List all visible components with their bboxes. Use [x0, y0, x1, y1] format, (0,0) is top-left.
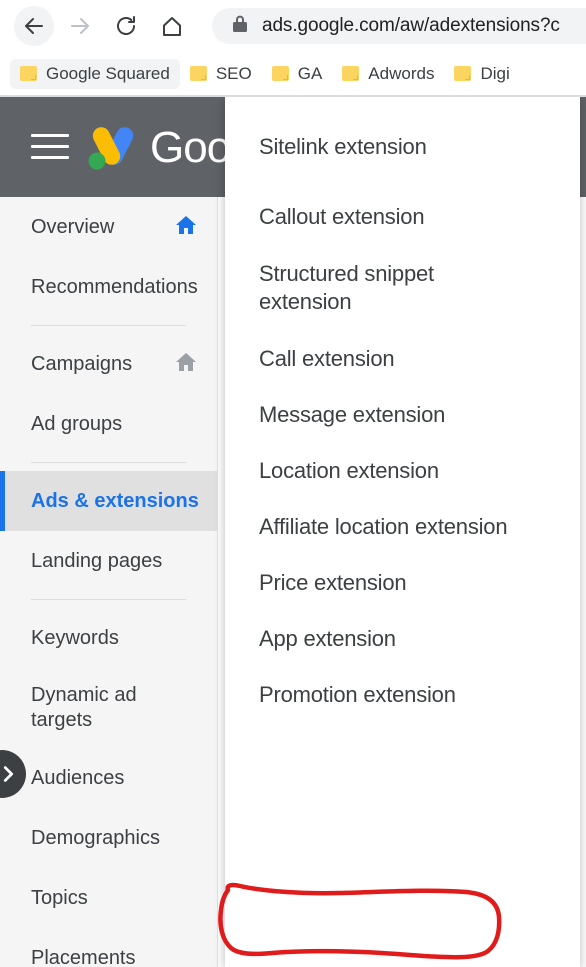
- folder-icon: [271, 66, 289, 81]
- address-bar[interactable]: ads.google.com/aw/adextensions?c: [212, 8, 586, 44]
- back-arrow-icon: [25, 18, 43, 34]
- forward-arrow-icon: [71, 18, 89, 34]
- menu-item-label: Sitelink extension: [259, 133, 427, 159]
- browser-chrome: ads.google.com/aw/adextensions?c Google …: [0, 0, 586, 97]
- sidebar-item-demographics[interactable]: Demographics: [0, 808, 217, 868]
- folder-icon: [342, 66, 360, 81]
- menu-item-label: Price extension: [259, 569, 407, 595]
- page-viewport: Goo Overview Recommendations Campaigns A…: [0, 97, 586, 967]
- chevron-right-icon: [3, 766, 14, 782]
- menu-item-label: Callout extension: [259, 203, 425, 229]
- bookmark-label: Adwords: [368, 63, 435, 83]
- sidebar-item-label: Recommendations: [31, 275, 198, 298]
- bookmark-label: GA: [297, 63, 323, 83]
- sidebar-item-campaigns[interactable]: Campaigns: [0, 334, 217, 394]
- bookmark-label: Google Squared: [46, 63, 170, 83]
- chrome-divider: [0, 95, 586, 97]
- folder-icon: [189, 66, 207, 81]
- menu-item-label: App extension: [259, 625, 396, 651]
- google-ads-logo-icon: [85, 124, 141, 172]
- home-icon: [163, 17, 181, 36]
- forward-button[interactable]: [60, 6, 100, 46]
- sidebar-divider: [31, 599, 186, 600]
- sidebar-item-ads-and-extensions[interactable]: Ads & extensions: [0, 471, 217, 531]
- sidebar-item-placements[interactable]: Placements: [0, 928, 217, 967]
- home-button[interactable]: [152, 6, 192, 46]
- sidebar-item-label: Keywords: [31, 626, 119, 649]
- sidebar-item-landing-pages[interactable]: Landing pages: [0, 531, 217, 591]
- menu-item-app-extension[interactable]: App extension: [225, 611, 580, 667]
- back-button[interactable]: [14, 6, 54, 46]
- folder-icon: [454, 66, 472, 81]
- sidebar-item-label: Placements: [31, 946, 136, 967]
- menu-item-message-extension[interactable]: Message extension: [225, 387, 580, 443]
- menu-item-call-extension[interactable]: Call extension: [225, 331, 580, 387]
- bookmark-ga[interactable]: GA: [262, 59, 333, 89]
- reload-button[interactable]: [106, 6, 146, 46]
- screenshot-root: Goo Overview Recommendations Campaigns A…: [0, 0, 586, 967]
- browser-toolbar: ads.google.com/aw/adextensions?c: [0, 0, 586, 52]
- menu-item-label: Location extension: [259, 457, 439, 483]
- sidebar-item-label: Campaigns: [31, 352, 133, 375]
- sidebar-nav: Overview Recommendations Campaigns Ad gr…: [0, 197, 218, 967]
- sidebar-divider: [31, 462, 186, 463]
- bookmark-seo[interactable]: SEO: [180, 59, 262, 89]
- address-bar-url: ads.google.com/aw/adextensions?c: [262, 15, 560, 36]
- menu-item-label: Message extension: [259, 401, 446, 427]
- home-icon-gray: [173, 350, 199, 379]
- extension-type-dropdown: Sitelink extension Callout extension Str…: [225, 97, 580, 967]
- sidebar-item-label: Landing pages: [31, 549, 163, 572]
- bookmark-label: Digi: [480, 63, 510, 83]
- bookmark-google-squared[interactable]: Google Squared: [10, 58, 180, 89]
- sidebar-item-label: Overview: [31, 215, 115, 238]
- menu-item-label: Promotion extension: [259, 681, 456, 707]
- sidebar-item-recommendations[interactable]: Recommendations: [0, 257, 217, 317]
- reload-icon: [117, 16, 135, 35]
- menu-item-structured-snippet-extension[interactable]: Structured snippet extension: [225, 245, 580, 331]
- menu-item-label: Structured snippet extension: [259, 260, 434, 314]
- bookmark-label: SEO: [215, 63, 252, 83]
- sidebar-item-keywords[interactable]: Keywords: [0, 608, 217, 668]
- app-wordmark: Goo: [150, 123, 231, 172]
- menu-item-location-extension[interactable]: Location extension: [225, 443, 580, 499]
- menu-item-label: Affiliate location extension: [259, 513, 508, 539]
- bookmarks-bar: Google Squared SEO GA Adwords Digi: [0, 52, 586, 95]
- sidebar-item-label: Topics: [31, 886, 88, 909]
- sidebar-item-label: Dynamic ad targets: [31, 684, 137, 731]
- menu-item-label: Call extension: [259, 345, 395, 371]
- sidebar-item-ad-groups[interactable]: Ad groups: [0, 394, 217, 454]
- bookmark-adwords[interactable]: Adwords: [332, 59, 444, 89]
- sidebar-divider: [31, 325, 186, 326]
- lock-icon: [232, 14, 248, 38]
- sidebar-item-overview[interactable]: Overview: [0, 197, 217, 257]
- folder-icon: [20, 66, 37, 81]
- menu-item-promotion-extension[interactable]: Promotion extension: [225, 667, 580, 723]
- menu-item-sitelink-extension[interactable]: Sitelink extension: [225, 105, 580, 189]
- menu-item-callout-extension[interactable]: Callout extension: [225, 189, 580, 245]
- sidebar-item-audiences[interactable]: Audiences: [0, 748, 217, 808]
- sidebar-item-dynamic-ad-targets[interactable]: Dynamic ad targets: [0, 668, 217, 748]
- sidebar-item-label: Ads & extensions: [31, 489, 199, 512]
- menu-item-affiliate-location-extension[interactable]: Affiliate location extension: [225, 499, 580, 555]
- sidebar-item-topics[interactable]: Topics: [0, 868, 217, 928]
- menu-item-price-extension[interactable]: Price extension: [225, 555, 580, 611]
- sidebar-item-label: Audiences: [31, 766, 125, 789]
- bookmark-digital[interactable]: Digi: [444, 59, 519, 89]
- hamburger-menu-icon[interactable]: [31, 134, 71, 160]
- sidebar-item-label: Demographics: [31, 826, 160, 849]
- sidebar-item-label: Ad groups: [31, 412, 123, 435]
- home-icon-blue: [173, 213, 199, 242]
